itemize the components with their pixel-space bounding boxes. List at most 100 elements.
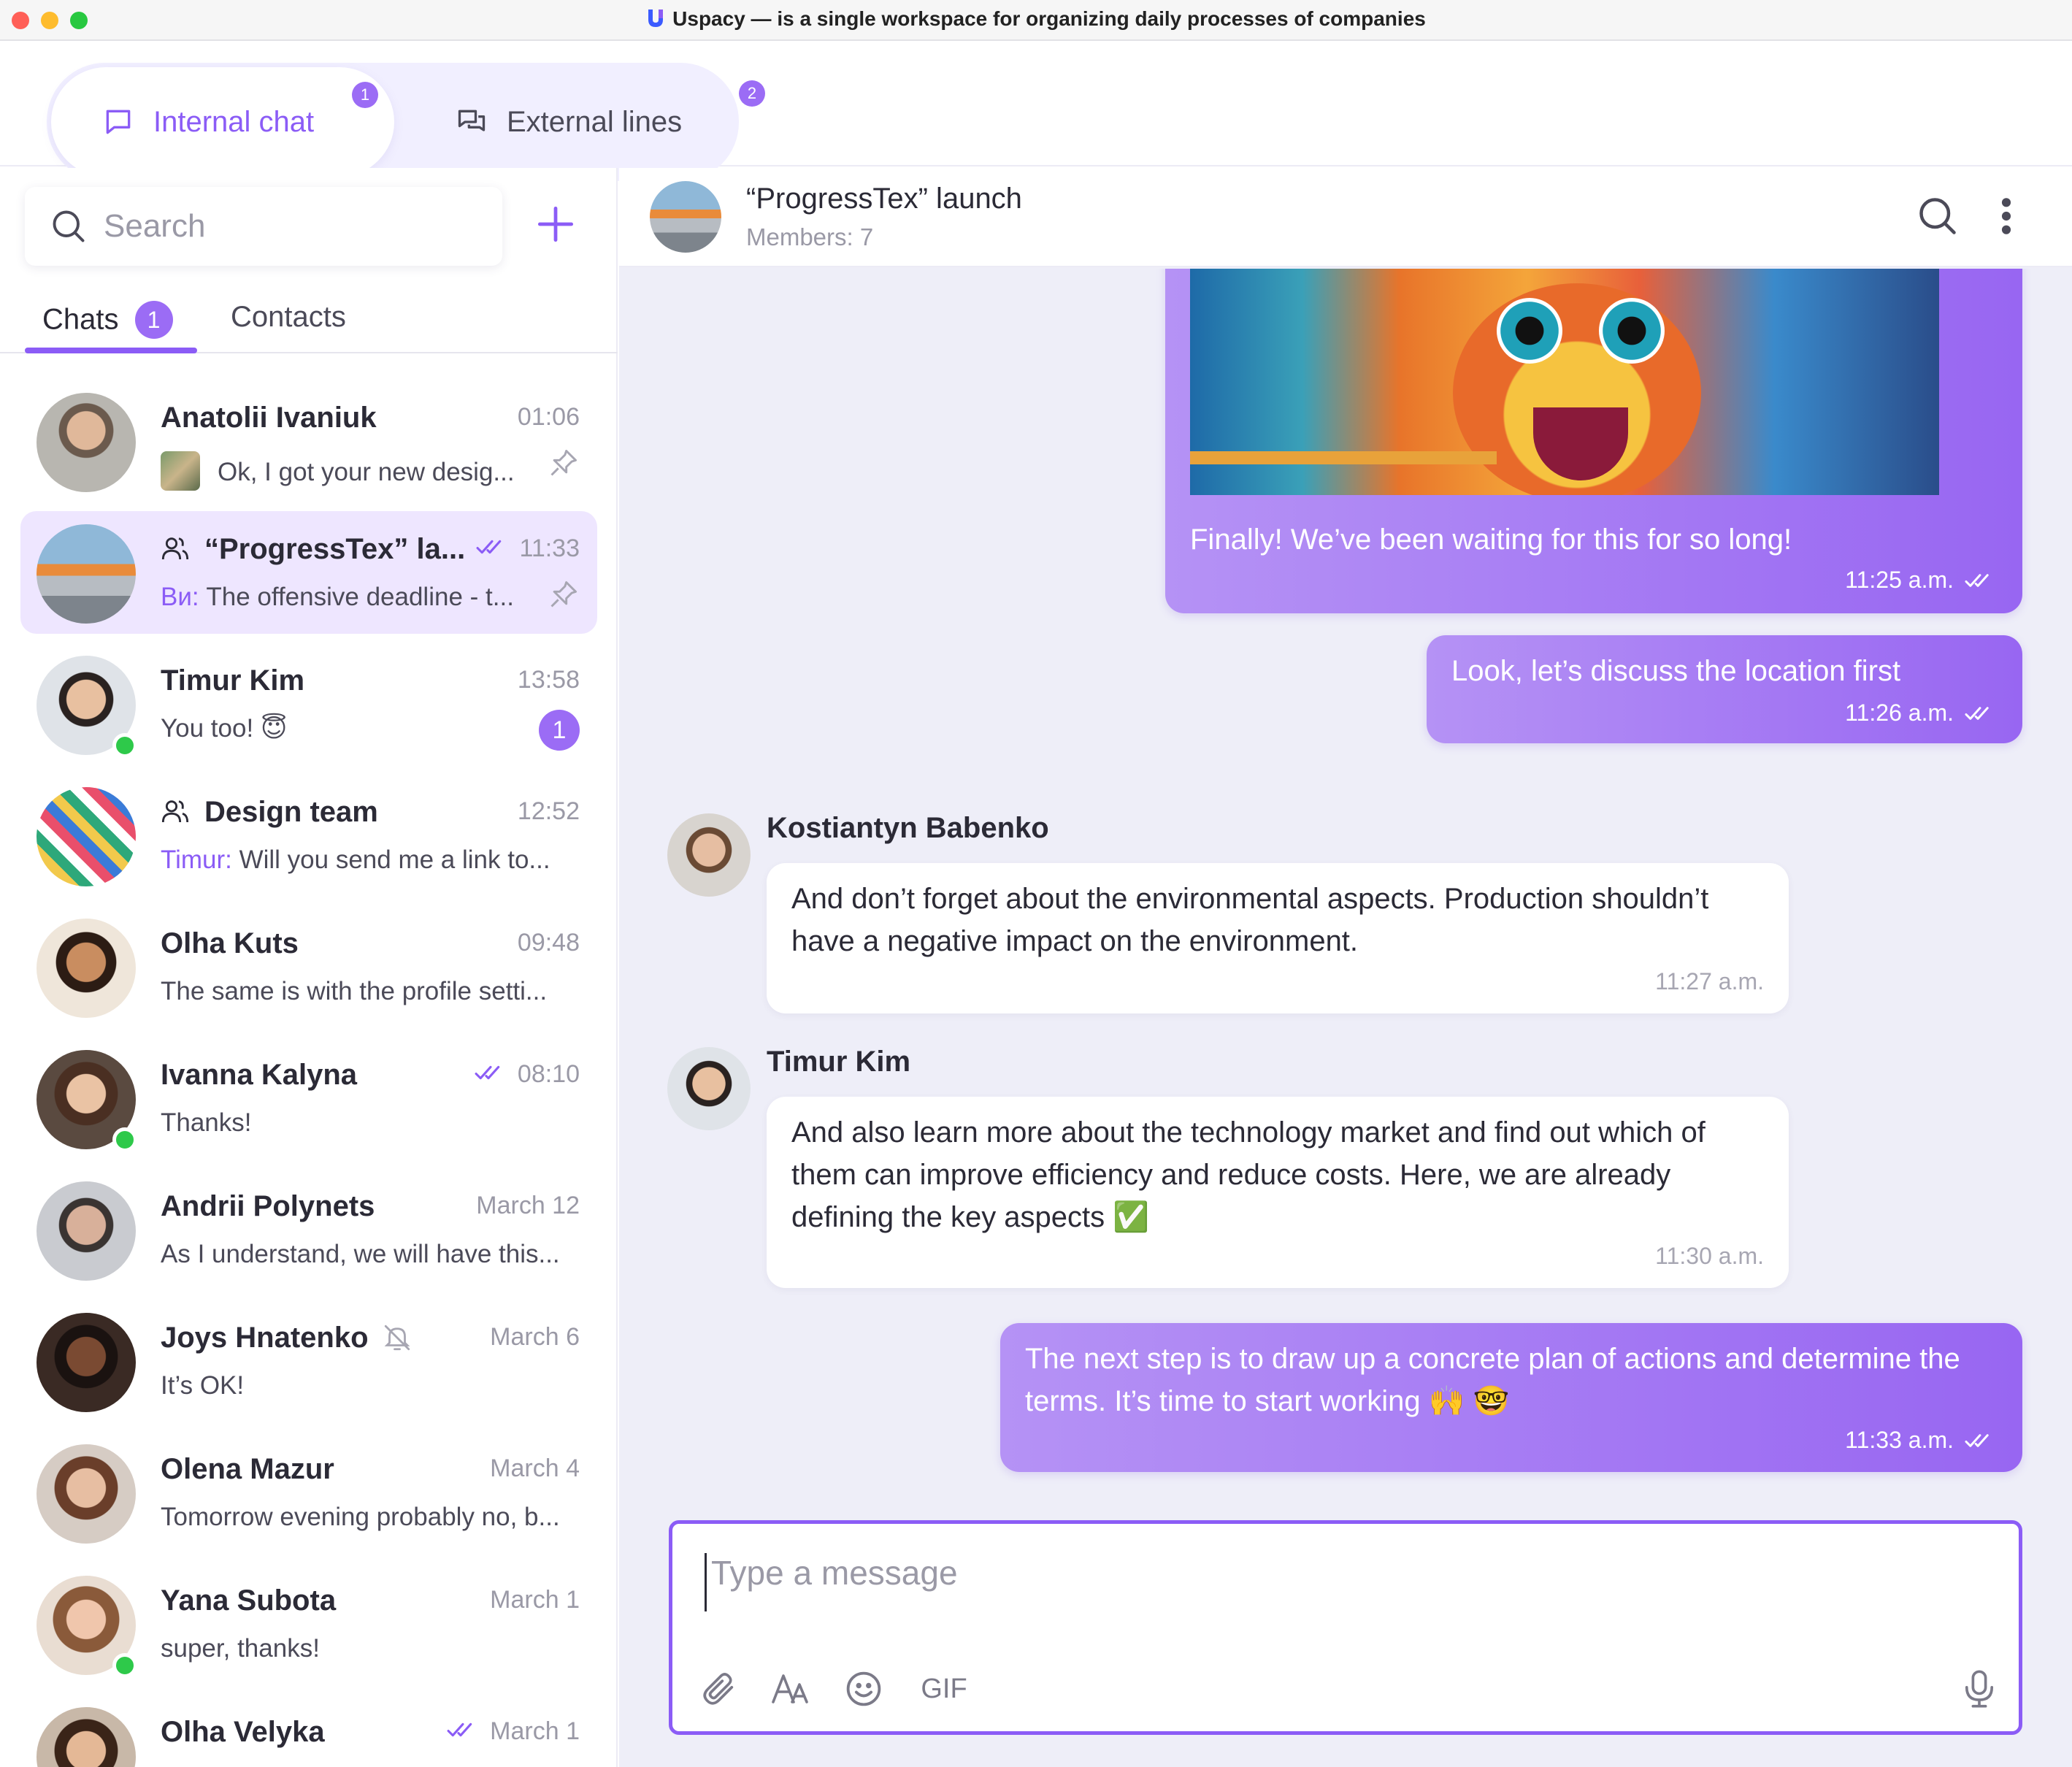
message-incoming[interactable]: And don’t forget about the environmental… <box>767 863 1789 1013</box>
chat-preview: You too! 😇 <box>161 714 288 743</box>
chat-item[interactable]: Olha Kuts 09:48 The same is with the pro… <box>20 905 597 1028</box>
chat-item[interactable]: Andrii Polynets March 12 As I understand… <box>20 1168 597 1291</box>
paperclip-icon <box>703 1673 734 1705</box>
chat-name: Olena Mazur <box>161 1453 334 1485</box>
message-time-text: 11:25 a.m. <box>1845 567 1954 593</box>
chat-time-text: March 1 <box>490 1717 580 1745</box>
group-avatar[interactable] <box>650 181 721 253</box>
chat-name-text: “ProgressTex” la... <box>204 533 466 565</box>
smiley-icon <box>846 1671 881 1706</box>
avatar <box>37 787 136 886</box>
attach-button[interactable] <box>697 1667 741 1711</box>
image-decoration <box>1599 298 1665 364</box>
chat-time-text: 11:33 <box>519 534 580 562</box>
microphone-icon <box>1965 1670 1994 1708</box>
tab-chats[interactable]: Chats 1 <box>42 301 173 339</box>
message-text: Look, let’s discuss the location first <box>1451 655 1901 687</box>
chat-time: March 12 <box>476 1192 580 1219</box>
message-text: And also learn more about the technology… <box>791 1116 1705 1233</box>
message-outgoing[interactable]: The next step is to draw up a concrete p… <box>1000 1323 2022 1472</box>
sender-avatar[interactable] <box>667 813 751 897</box>
chat-name: Olha Kuts <box>161 927 299 959</box>
message-image[interactable] <box>1190 269 1939 495</box>
pin-icon[interactable] <box>548 578 580 610</box>
chat-name: Olha Velyka <box>161 1716 325 1748</box>
tab-external-lines[interactable]: External lines 2 <box>441 67 765 177</box>
image-decoration <box>1497 298 1562 364</box>
title-bar: Uspacy — is a single workspace for organ… <box>0 0 2072 41</box>
message-time: 11:30 a.m. <box>1655 1243 1764 1269</box>
chat-item[interactable]: Olena Mazur March 4 Tomorrow evening pro… <box>20 1431 597 1554</box>
chat-item[interactable]: Anatolii Ivaniuk 01:06 Ok, I got your ne… <box>20 380 597 502</box>
search-icon[interactable] <box>1916 194 1960 238</box>
window-title-wrap: Uspacy — is a single workspace for organ… <box>0 7 2072 31</box>
voice-message-button[interactable] <box>1957 1667 2001 1711</box>
chat-item-active[interactable]: “ProgressTex” la... 11:33 Ви: The offens… <box>20 511 597 634</box>
message-text: Finally! We’ve been waiting for this for… <box>1190 524 1792 556</box>
chat-time: 01:06 <box>517 403 580 431</box>
chat-members-count[interactable]: Members: 7 <box>746 223 873 251</box>
double-check-icon <box>475 1065 500 1080</box>
unread-badge: 1 <box>539 710 580 751</box>
chat-bubbles-icon <box>458 110 486 131</box>
gif-button[interactable]: GIF <box>915 1667 973 1711</box>
top-bar: Internal chat 1 External lines 2 <box>0 42 2072 181</box>
more-vertical-icon[interactable] <box>1999 196 2014 237</box>
chat-item[interactable]: Ivanna Kalyna 08:10 Thanks! <box>20 1037 597 1160</box>
online-indicator <box>112 1127 137 1152</box>
chat-preview-text: Ok, I got your new desig... <box>218 458 515 486</box>
chat-preview: The same is with the profile setti... <box>161 977 548 1005</box>
chat-item[interactable]: Design team 12:52 Timur: Will you send m… <box>20 774 597 897</box>
new-chat-button[interactable] <box>532 200 580 248</box>
message-time: 11:26 a.m. <box>1845 699 1996 727</box>
chat-name-text: Design team <box>204 796 378 828</box>
search-box <box>25 187 502 266</box>
chat-item[interactable]: Timur Kim 13:58 You too! 😇 1 <box>20 643 597 765</box>
message-time-text: 11:33 a.m. <box>1845 1427 1954 1453</box>
chat-time: March 1 <box>446 1717 580 1746</box>
chat-item[interactable]: Joys Hnatenko March 6 It’s OK! <box>20 1300 597 1422</box>
chat-time: March 4 <box>490 1454 580 1482</box>
chat-name: Design team <box>161 796 378 829</box>
chat-item[interactable]: Yana Subota March 1 super, thanks! <box>20 1563 597 1685</box>
chat-time-text: 08:10 <box>517 1060 580 1088</box>
sender-name[interactable]: Kostiantyn Babenko <box>767 812 1049 845</box>
tab-internal-chat-badge: 1 <box>352 82 378 108</box>
group-icon <box>161 537 189 560</box>
sender-name[interactable]: Timur Kim <box>767 1046 910 1078</box>
text-format-button[interactable] <box>769 1667 813 1711</box>
top-tabs: Internal chat 1 External lines 2 <box>47 63 765 181</box>
active-tab-indicator <box>25 348 197 353</box>
message-outgoing[interactable]: Look, let’s discuss the location first 1… <box>1427 635 2022 743</box>
pin-icon[interactable] <box>548 447 580 479</box>
chat-preview: As I understand, we will have this... <box>161 1240 560 1268</box>
chat-name: Timur Kim <box>161 664 305 697</box>
message-incoming[interactable]: And also learn more about the technology… <box>767 1097 1789 1288</box>
chat-bubble-icon <box>106 110 131 134</box>
chat-header: “ProgressTex” launch Members: 7 <box>619 168 2072 267</box>
chat-panel: “ProgressTex” launch Members: 7 Finally!… <box>619 168 2072 1767</box>
chat-time: 08:10 <box>474 1060 580 1089</box>
double-check-icon <box>1965 574 1989 587</box>
preview-sender: Timur: <box>161 846 232 874</box>
message-text: The next step is to draw up a concrete p… <box>1025 1343 1960 1417</box>
search-input[interactable] <box>104 208 483 245</box>
message-outgoing[interactable]: Finally! We’ve been waiting for this for… <box>1165 269 2022 613</box>
tab-internal-chat[interactable]: Internal chat 1 <box>51 67 394 177</box>
chat-preview: It’s OK! <box>161 1371 245 1400</box>
chat-preview: super, thanks! <box>161 1634 320 1663</box>
avatar <box>37 1313 136 1412</box>
message-input[interactable] <box>705 1553 1946 1611</box>
chat-time: 11:33 <box>475 534 580 563</box>
sidebar: Chats 1 Contacts Anatolii Ivaniuk 01:06 O… <box>0 168 618 1767</box>
avatar <box>37 393 136 492</box>
sidebar-tabs: Chats 1 Contacts <box>0 285 618 353</box>
online-indicator <box>112 1653 137 1678</box>
chat-name: Andrii Polynets <box>161 1190 375 1222</box>
emoji-button[interactable] <box>842 1667 886 1711</box>
chat-item[interactable]: Olha Velyka March 1 <box>20 1694 597 1767</box>
tab-contacts[interactable]: Contacts <box>231 301 346 334</box>
sender-avatar[interactable] <box>667 1047 751 1130</box>
message-text: And don’t forget about the environmental… <box>791 883 1709 957</box>
font-format-icon <box>772 1674 808 1703</box>
